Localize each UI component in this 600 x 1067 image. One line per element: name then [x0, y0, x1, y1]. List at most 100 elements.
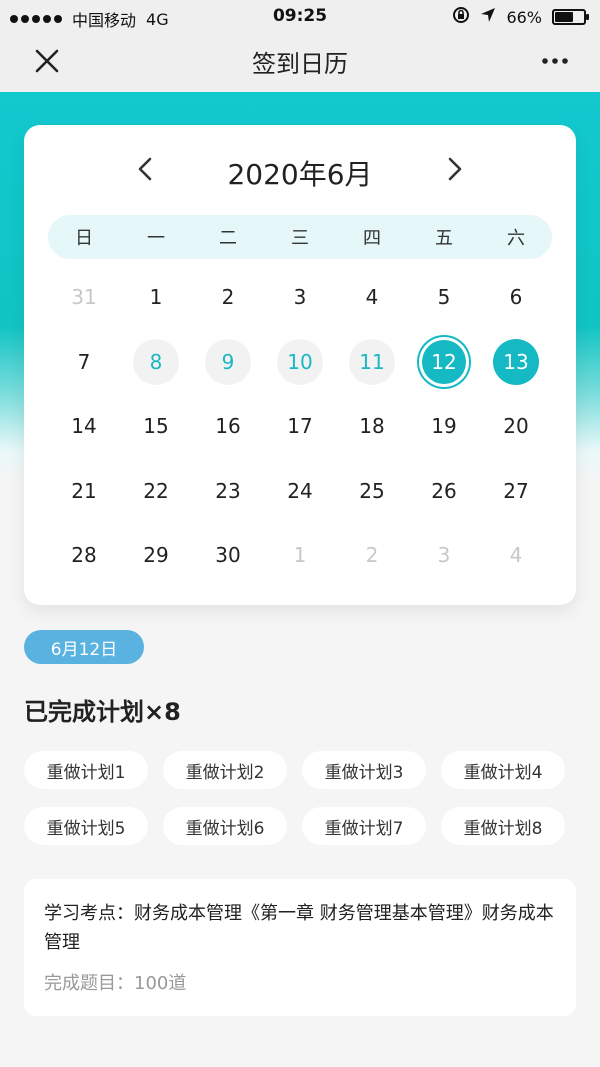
day-number: 9: [205, 338, 251, 385]
plan-chip[interactable]: 重做计划5: [24, 807, 148, 845]
calendar-day-normal[interactable]: 15: [120, 394, 192, 459]
weekday-label: 五: [435, 228, 453, 249]
calendar-day-done[interactable]: 10: [264, 330, 336, 395]
day-number: 8: [133, 338, 179, 385]
calendar-day-normal[interactable]: 28: [48, 523, 120, 588]
day-number: 17: [287, 414, 313, 439]
day-number: 25: [359, 478, 385, 503]
day-number: 31: [71, 285, 97, 310]
day-number: 3: [437, 543, 451, 568]
day-number: 13: [493, 338, 539, 385]
next-month-button[interactable]: [432, 147, 476, 191]
weekday-label: 一: [147, 228, 165, 249]
calendar-day-other[interactable]: 3: [408, 523, 480, 588]
plan-chip[interactable]: 重做计划4: [441, 751, 565, 789]
plan-chip[interactable]: 重做计划3: [302, 751, 426, 789]
day-number: 15: [143, 414, 169, 439]
calendar-day-normal[interactable]: 19: [408, 394, 480, 459]
calendar-card: 2020年6月 日一二三四五六 31 1 2 3 4 5 6 7 8 9 10 11 12 13 14 15 1…: [24, 125, 576, 605]
study-point-text: 学习考点：财务成本管理《第一章 财务管理基本管理》财务成本管理: [44, 903, 554, 953]
calendar-day-normal[interactable]: 21: [48, 459, 120, 524]
calendar-day-normal[interactable]: 25: [336, 459, 408, 524]
plan-chip[interactable]: 重做计划7: [302, 807, 426, 845]
day-number: 5: [437, 285, 451, 310]
day-number: 23: [215, 478, 241, 503]
day-number: 3: [293, 285, 307, 310]
calendar-day-other[interactable]: 1: [264, 523, 336, 588]
calendar-day-normal[interactable]: 6: [480, 265, 552, 330]
day-number: 21: [71, 478, 97, 503]
day-number: 4: [509, 543, 523, 568]
calendar-day-normal[interactable]: 27: [480, 459, 552, 524]
calendar-day-normal[interactable]: 14: [48, 394, 120, 459]
calendar-day-normal[interactable]: 2: [192, 265, 264, 330]
days-grid: 31 1 2 3 4 5 6 7 8 9 10 11 12 13 14 15 16 17 18 19 20 21 22 23 2…: [48, 265, 552, 588]
status-right: 66%: [452, 6, 589, 28]
month-title: 2020年6月: [227, 158, 373, 191]
day-number: 2: [221, 285, 235, 310]
day-number: 29: [143, 543, 169, 568]
plan-chip[interactable]: 重做计划8: [441, 807, 565, 845]
nav-bar: 签到日历: [0, 32, 600, 92]
day-number: 11: [349, 338, 395, 385]
day-number: 2: [365, 543, 379, 568]
weekday-label: 三: [291, 228, 309, 249]
calendar-day-normal[interactable]: 16: [192, 394, 264, 459]
calendar-day-other[interactable]: 2: [336, 523, 408, 588]
day-number: 24: [287, 478, 313, 503]
calendar-day-other[interactable]: 4: [480, 523, 552, 588]
battery-percent: 66%: [506, 7, 542, 27]
calendar-day-normal[interactable]: 18: [336, 394, 408, 459]
day-number: 6: [509, 285, 523, 310]
weekday-label: 六: [507, 228, 525, 249]
calendar-header: 2020年6月: [24, 147, 576, 193]
calendar-day-normal[interactable]: 22: [120, 459, 192, 524]
calendar-day-normal[interactable]: 20: [480, 394, 552, 459]
calendar-day-done[interactable]: 9: [192, 330, 264, 395]
status-bar: 中国移动 4G 09:25 66%: [0, 0, 600, 32]
calendar-day-normal[interactable]: 23: [192, 459, 264, 524]
day-number: 22: [143, 478, 169, 503]
calendar-day-normal[interactable]: 26: [408, 459, 480, 524]
plan-chip[interactable]: 重做计划6: [163, 807, 287, 845]
day-number: 30: [215, 543, 241, 568]
day-number: 27: [503, 478, 529, 503]
plan-chip[interactable]: 重做计划1: [24, 751, 148, 789]
plan-chip[interactable]: 重做计划2: [163, 751, 287, 789]
day-number: 16: [215, 414, 241, 439]
day-number: 26: [431, 478, 457, 503]
calendar-day-normal[interactable]: 30: [192, 523, 264, 588]
finished-questions-text: 完成题目：100道: [44, 973, 187, 994]
plans-grid: 重做计划1 重做计划2 重做计划3 重做计划4 重做计划5 重做计划6 重做计划7 重做计划8: [24, 751, 576, 845]
day-number: 14: [71, 414, 97, 439]
page-title: 签到日历: [252, 50, 348, 78]
calendar-day-normal[interactable]: 3: [264, 265, 336, 330]
calendar-day-done[interactable]: 8: [120, 330, 192, 395]
calendar-day-done[interactable]: 11: [336, 330, 408, 395]
day-number: 18: [359, 414, 385, 439]
location-arrow-icon: [480, 7, 496, 27]
calendar-day-normal[interactable]: 17: [264, 394, 336, 459]
day-number: 1: [293, 543, 307, 568]
calendar-day-normal[interactable]: 24: [264, 459, 336, 524]
day-number: 7: [77, 349, 91, 374]
calendar-day-selected[interactable]: 12: [408, 330, 480, 395]
more-button[interactable]: [538, 47, 572, 75]
study-card[interactable]: 学习考点：财务成本管理《第一章 财务管理基本管理》财务成本管理 完成题目：100…: [24, 879, 576, 1016]
chevron-right-icon: [448, 157, 462, 181]
day-number: 12: [422, 339, 466, 384]
calendar-day-today[interactable]: 13: [480, 330, 552, 395]
day-number: 4: [365, 285, 379, 310]
weekday-row: 日一二三四五六: [48, 215, 552, 259]
day-number: 19: [431, 414, 457, 439]
battery-icon: [552, 9, 589, 25]
day-number: 1: [149, 285, 163, 310]
calendar-day-normal[interactable]: 29: [120, 523, 192, 588]
calendar-day-other[interactable]: 31: [48, 265, 120, 330]
selected-date-badge: 6月12日: [24, 630, 144, 664]
calendar-day-normal[interactable]: 5: [408, 265, 480, 330]
calendar-day-normal[interactable]: 7: [48, 330, 120, 395]
calendar-day-normal[interactable]: 4: [336, 265, 408, 330]
calendar-day-normal[interactable]: 1: [120, 265, 192, 330]
weekday-label: 日: [75, 228, 93, 249]
